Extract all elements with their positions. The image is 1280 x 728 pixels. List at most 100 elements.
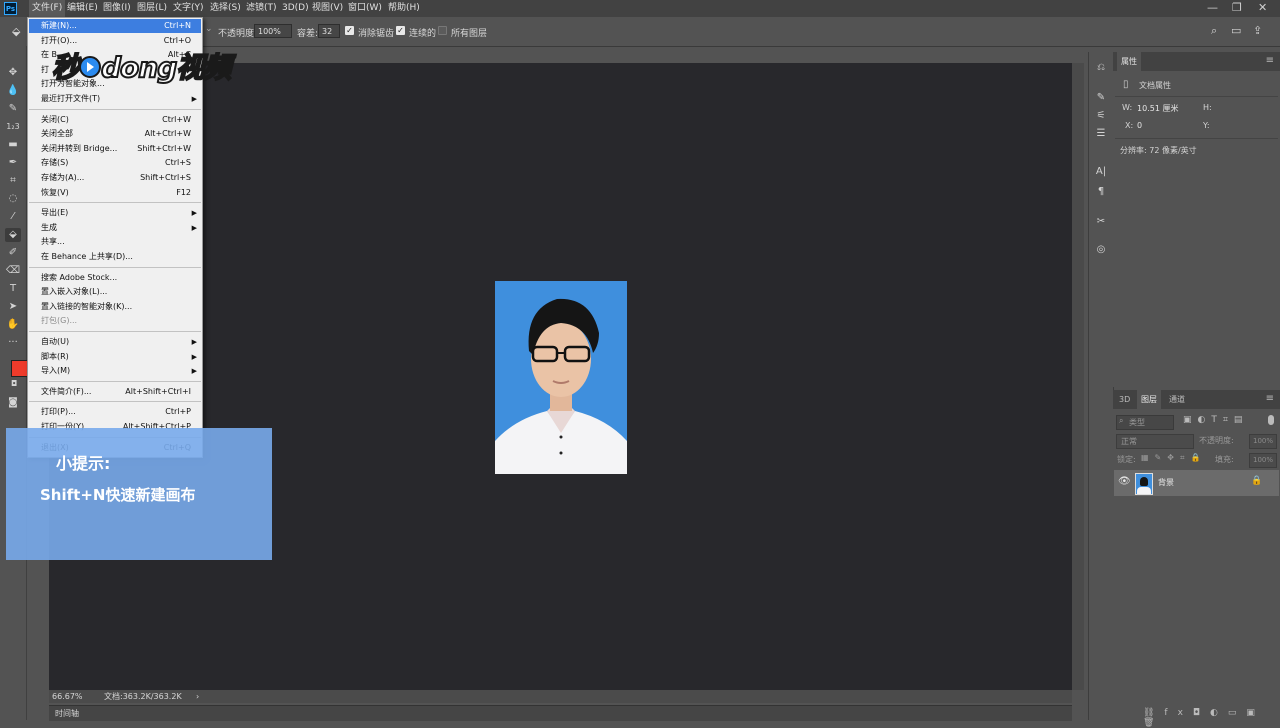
file-menu-item[interactable]: 存储(S) Ctrl+S: [29, 156, 201, 170]
menu-item-2[interactable]: 图像(I): [100, 0, 134, 17]
minimize-icon[interactable]: —: [1207, 1, 1218, 14]
tolerance-input[interactable]: 32: [318, 24, 340, 38]
resolution-text: 分辨率: 72 像素/英寸: [1120, 146, 1197, 155]
menu-item-0[interactable]: 文件(F): [29, 0, 66, 17]
file-menu-item[interactable]: 搜索 Adobe Stock...: [29, 271, 201, 285]
tab-channels[interactable]: 通道: [1165, 390, 1189, 409]
file-menu-item[interactable]: 文件简介(F)... Alt+Shift+Ctrl+I: [29, 385, 201, 399]
zoom-level[interactable]: 66.67%: [52, 690, 83, 703]
menu-item-1[interactable]: 编辑(E): [64, 0, 101, 17]
tab-layers[interactable]: 图层: [1137, 390, 1161, 409]
pen-tool-icon[interactable]: ✒: [5, 156, 21, 170]
file-menu-item[interactable]: 关闭(C) Ctrl+W: [29, 113, 201, 127]
foreground-color-swatch[interactable]: [11, 360, 28, 377]
menu-item-9[interactable]: 窗口(W): [345, 0, 385, 17]
file-menu-item[interactable]: 导出(E) ▶: [29, 206, 201, 220]
file-menu-item[interactable]: 导入(M) ▶: [29, 364, 201, 378]
brush-settings-icon[interactable]: ✎: [1093, 90, 1109, 106]
close-icon[interactable]: ✕: [1258, 1, 1267, 14]
antialias-checkbox[interactable]: ✓: [345, 26, 354, 35]
menu-item-10[interactable]: 帮助(H): [385, 0, 423, 17]
fill-input[interactable]: 100%: [1249, 453, 1277, 468]
crop-tool-icon[interactable]: ⌗: [5, 174, 21, 188]
ruler-tool-icon[interactable]: ▬: [5, 138, 21, 152]
workspace-icon[interactable]: ▭: [1231, 24, 1241, 37]
menu-item-3[interactable]: 图层(L): [134, 0, 170, 17]
swap-colors-icon[interactable]: ◘: [11, 379, 17, 388]
all-layers-checkbox[interactable]: [438, 26, 447, 35]
x-value[interactable]: 0: [1137, 121, 1142, 130]
history-icon[interactable]: ⎌: [1093, 60, 1109, 76]
file-menu-item[interactable]: 自动(U) ▶: [29, 335, 201, 349]
tools-settings-icon[interactable]: ✂: [1093, 214, 1109, 230]
file-menu-item[interactable]: 生成 ▶: [29, 221, 201, 235]
file-menu-item[interactable]: 恢复(V) F12: [29, 186, 201, 200]
blend-mode-dropdown[interactable]: 正常: [1116, 434, 1194, 449]
menu-item-7[interactable]: 3D(D): [279, 0, 312, 17]
restore-icon[interactable]: ❐: [1232, 1, 1242, 14]
quick-select-tool-icon[interactable]: ⁄: [5, 210, 21, 224]
hand-tool-icon[interactable]: ✋: [5, 318, 21, 332]
lasso-tool-icon[interactable]: ◌: [5, 192, 21, 206]
layer-opacity-input[interactable]: 100%: [1249, 434, 1277, 449]
eraser-tool-icon[interactable]: ⌫: [5, 264, 21, 278]
blur-tool-icon[interactable]: 💧: [5, 84, 21, 98]
brush-tool-icon[interactable]: ✎: [5, 102, 21, 116]
width-value[interactable]: 10.51 厘米: [1137, 103, 1178, 114]
tip-body: Shift+N快速新建画布: [40, 486, 196, 504]
tolerance-label: 容差:: [297, 29, 319, 39]
timeline-tab[interactable]: 时间轴: [55, 706, 79, 721]
panel-menu-icon[interactable]: ≡: [1266, 393, 1274, 404]
share-icon[interactable]: ⇪: [1253, 24, 1262, 37]
file-menu-item[interactable]: 脚本(R) ▶: [29, 350, 201, 364]
quick-mask-icon[interactable]: ◙: [5, 396, 21, 410]
opacity-input[interactable]: 100%: [254, 24, 292, 38]
healing-brush-tool-icon[interactable]: ✐: [5, 246, 21, 260]
menu-item-5[interactable]: 选择(S): [207, 0, 244, 17]
contiguous-checkbox[interactable]: ✓: [396, 26, 405, 35]
visibility-eye-icon[interactable]: 👁: [1118, 476, 1131, 487]
mode-dropdown-arrow-icon[interactable]: ⌄: [205, 24, 213, 34]
layer-filter-dropdown[interactable]: ⌕ 类型: [1116, 415, 1174, 430]
submenu-arrow-icon: ▶: [191, 367, 197, 376]
menu-item-4[interactable]: 文字(Y): [170, 0, 207, 17]
layer-row-background[interactable]: 👁 背景 🔒: [1114, 470, 1279, 496]
file-menu-item[interactable]: 打印(P)... Ctrl+P: [29, 405, 201, 419]
file-menu-item[interactable]: 置入嵌入对象(L)...: [29, 285, 201, 299]
lock-icon[interactable]: 🔒: [1251, 476, 1262, 486]
watermark-logo: 秒 dong视频: [51, 46, 232, 86]
status-chevron-icon[interactable]: ›: [196, 690, 199, 703]
paragraph-icon[interactable]: ¶: [1093, 184, 1109, 200]
file-menu-item[interactable]: 在 Behance 上共享(D)...: [29, 250, 201, 264]
paint-bucket-tool-icon[interactable]: ⬙: [5, 228, 21, 242]
adjustments-icon[interactable]: ⚟: [1093, 108, 1109, 124]
menu-item-label: 导出(E): [41, 208, 69, 218]
layer-footer-icons[interactable]: ⛓fx◘◐▭▣🗑: [1143, 708, 1280, 728]
character-icon[interactable]: A|: [1093, 164, 1109, 180]
file-menu-item[interactable]: 关闭并转到 Bridge... Shift+Ctrl+W: [29, 142, 201, 156]
search-icon[interactable]: ⌕: [1211, 24, 1217, 38]
tab-properties[interactable]: 属性: [1117, 52, 1141, 71]
move-tool-icon[interactable]: ✥: [5, 66, 21, 80]
file-menu-item[interactable]: 存储为(A)... Shift+Ctrl+S: [29, 171, 201, 185]
filter-toggle[interactable]: [1268, 415, 1274, 425]
panel-menu-icon[interactable]: ≡: [1266, 55, 1274, 66]
paint-bucket-tool-icon[interactable]: ⬙: [12, 25, 20, 38]
libraries-icon[interactable]: ☰: [1093, 126, 1109, 142]
vertical-scrollbar[interactable]: [1072, 63, 1084, 690]
file-menu-item[interactable]: 置入链接的智能对象(K)...: [29, 300, 201, 314]
type-tool-icon[interactable]: T: [5, 282, 21, 296]
lock-icons[interactable]: ▦✎✥⌗🔒: [1141, 453, 1206, 463]
more-tools-icon[interactable]: ···: [5, 336, 21, 350]
menu-item-8[interactable]: 视图(V): [309, 0, 346, 17]
file-menu-item[interactable]: 共享...: [29, 235, 201, 249]
filter-icons[interactable]: ▣◐T⌗▤: [1183, 415, 1248, 425]
tab-3d[interactable]: 3D: [1115, 390, 1134, 409]
count-tool-icon[interactable]: 1₂3: [5, 120, 21, 134]
menu-item-6[interactable]: 滤镜(T): [243, 0, 280, 17]
file-menu-item[interactable]: 新建(N)... Ctrl+N: [29, 19, 201, 33]
file-menu-item[interactable]: 最近打开文件(T) ▶: [29, 92, 201, 106]
3d-materials-icon[interactable]: ◎: [1093, 242, 1109, 258]
path-select-tool-icon[interactable]: ➤: [5, 300, 21, 314]
file-menu-item[interactable]: 关闭全部 Alt+Ctrl+W: [29, 127, 201, 141]
